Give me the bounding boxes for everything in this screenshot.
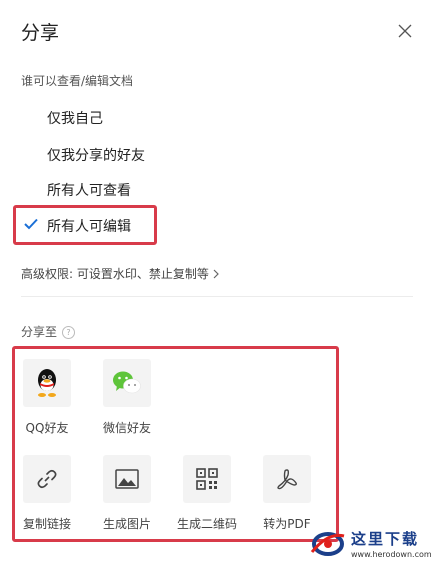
- permission-section-label: 谁可以查看/编辑文档: [21, 74, 134, 88]
- chevron-right-icon: [213, 269, 219, 278]
- share-section-label: 分享至?: [21, 323, 76, 340]
- help-icon[interactable]: ?: [62, 326, 76, 339]
- close-icon[interactable]: [396, 22, 414, 40]
- wechat-icon: [103, 359, 151, 407]
- advanced-permissions-label: 高级权限: 可设置水印、禁止复制等: [21, 267, 209, 281]
- share-section-title: 分享至: [21, 325, 58, 339]
- link-icon: [23, 455, 71, 503]
- share-qq-button[interactable]: QQ好友: [12, 359, 82, 436]
- share-wechat-label: 微信好友: [102, 421, 151, 435]
- copy-link-button[interactable]: 复制链接: [12, 455, 82, 532]
- option-everyone-edit[interactable]: 所有人可编辑: [47, 216, 131, 236]
- divider: [21, 296, 413, 297]
- dialog-title: 分享: [21, 22, 60, 44]
- option-everyone-view[interactable]: 所有人可查看: [47, 180, 131, 200]
- copy-link-label: 复制链接: [22, 517, 71, 531]
- checkmark-icon: [24, 218, 38, 230]
- generate-qrcode-button[interactable]: 生成二维码: [172, 455, 242, 532]
- option-only-me[interactable]: 仅我自己: [47, 108, 103, 128]
- image-icon: [103, 455, 151, 503]
- generate-image-label: 生成图片: [102, 517, 151, 531]
- generate-qrcode-label: 生成二维码: [176, 517, 237, 531]
- generate-image-button[interactable]: 生成图片: [92, 455, 162, 532]
- pdf-icon: [263, 455, 311, 503]
- share-wechat-button[interactable]: 微信好友: [92, 359, 162, 436]
- qq-icon: [23, 359, 71, 407]
- site-watermark: 这里下载 www.herodown.com: [306, 522, 432, 562]
- watermark-url: www.herodown.com: [351, 550, 432, 559]
- advanced-permissions-link[interactable]: 高级权限: 可设置水印、禁止复制等: [21, 265, 219, 282]
- watermark-logo-icon: [310, 532, 345, 556]
- watermark-title: 这里下载: [351, 530, 420, 548]
- option-shared-friends[interactable]: 仅我分享的好友: [47, 145, 145, 165]
- qrcode-icon: [183, 455, 231, 503]
- convert-pdf-button[interactable]: 转为PDF: [252, 455, 322, 532]
- share-qq-label: QQ好友: [25, 421, 69, 435]
